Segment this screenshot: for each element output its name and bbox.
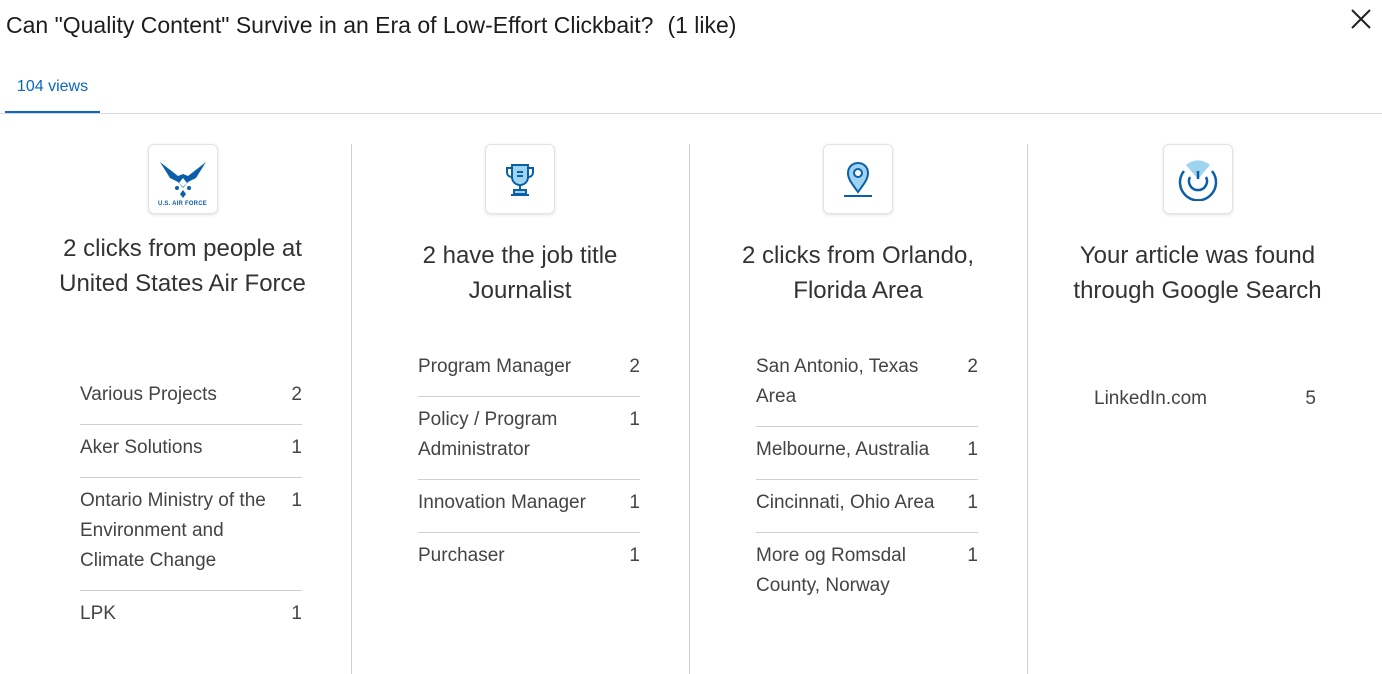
source-label: LinkedIn.com bbox=[1094, 388, 1208, 409]
list-item: Innovation Manager 1 bbox=[418, 480, 640, 533]
logo-text: U.S. AIR FORCE bbox=[158, 201, 207, 207]
column-headline: 2 have the job title Journalist bbox=[422, 242, 618, 304]
likes-count: (1 like) bbox=[667, 12, 737, 38]
page-title: Can "Quality Content" Survive in an Era … bbox=[6, 12, 736, 39]
list-item: Various Projects 2 bbox=[80, 372, 302, 425]
close-icon bbox=[1351, 9, 1371, 29]
column-headline: 2 clicks from people at United States Ai… bbox=[59, 235, 306, 297]
list-item: Ontario Ministry of the Environment and … bbox=[80, 478, 302, 591]
column-headline: 2 clicks from Orlando, Florida Area bbox=[741, 242, 975, 304]
column-location: 2 clicks from Orlando, Florida Area San … bbox=[689, 144, 1026, 674]
article-title: Can "Quality Content" Survive in an Era … bbox=[6, 12, 654, 38]
list-item: Program Manager 2 bbox=[418, 344, 640, 397]
column-job-title: 2 have the job title Journalist Program … bbox=[351, 144, 688, 674]
list-item: LinkedIn.com 5 bbox=[1094, 388, 1316, 410]
job-title-list: Program Manager 2 Policy / Program Admini… bbox=[418, 344, 640, 585]
close-button[interactable] bbox=[1346, 4, 1376, 34]
source-count: 5 bbox=[1305, 388, 1316, 409]
air-force-logo: U.S. AIR FORCE bbox=[147, 144, 218, 214]
column-source: Your article was found through Google Se… bbox=[1027, 144, 1367, 674]
list-item: Cincinnati, Ohio Area 1 bbox=[756, 480, 978, 533]
tab-views[interactable]: 104 views bbox=[5, 72, 100, 113]
company-list: Various Projects 2 Aker Solutions 1 Ontari… bbox=[80, 372, 302, 643]
column-company: U.S. AIR FORCE 2 clicks from people at U… bbox=[14, 144, 351, 674]
list-item: LPK 1 bbox=[80, 603, 302, 624]
radar-icon bbox=[1162, 144, 1233, 214]
column-headline: Your article was found through Google Se… bbox=[1073, 242, 1322, 304]
list-item: San Antonio, Texas Area 2 bbox=[756, 344, 978, 427]
list-item: Purchaser 1 bbox=[418, 545, 640, 566]
list-item: Policy / Program Administrator 1 bbox=[418, 397, 640, 480]
tab-bar: 104 views bbox=[0, 72, 1382, 114]
location-list: San Antonio, Texas Area 2 Melbourne, Aust… bbox=[756, 344, 978, 615]
list-item: Aker Solutions 1 bbox=[80, 425, 302, 478]
list-item: More og Romsdal County, Norway 1 bbox=[756, 545, 978, 596]
location-pin-icon bbox=[823, 144, 893, 214]
trophy-icon bbox=[485, 144, 555, 214]
list-item: Melbourne, Australia 1 bbox=[756, 427, 978, 480]
